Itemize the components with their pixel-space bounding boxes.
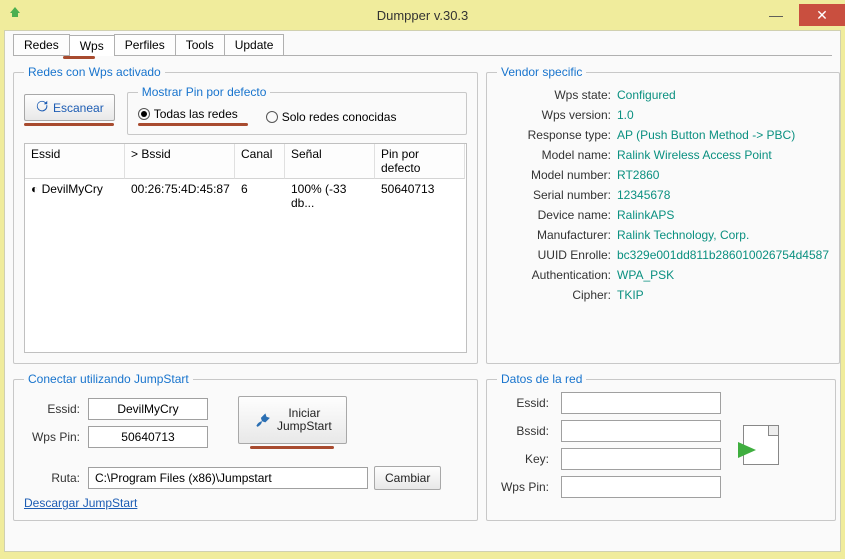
tab-perfiles[interactable]: Perfiles bbox=[114, 34, 176, 55]
col-essid[interactable]: Essid bbox=[25, 144, 125, 179]
col-senal[interactable]: Señal bbox=[285, 144, 375, 179]
vendor-row: Authentication:WPA_PSK bbox=[497, 265, 829, 285]
vendor-value: RalinkAPS bbox=[617, 208, 674, 222]
vendor-label: Device name: bbox=[497, 208, 617, 222]
radio-known-networks[interactable]: Solo redes conocidas bbox=[266, 107, 397, 126]
wps-networks-group: Redes con Wps activado Escanear Mostrar … bbox=[13, 65, 478, 364]
title-bar: Dumpper v.30.3 — ✕ bbox=[0, 0, 845, 30]
vendor-label: Wps version: bbox=[497, 108, 617, 122]
vendor-value: bc329e001dd811b286010026754d4587 bbox=[617, 248, 829, 262]
run-icon bbox=[253, 410, 271, 431]
refresh-icon bbox=[35, 99, 49, 116]
tab-tools[interactable]: Tools bbox=[175, 34, 225, 55]
vendor-legend: Vendor specific bbox=[497, 65, 586, 79]
cell-pin: 50640713 bbox=[375, 179, 465, 213]
vendor-label: Cipher: bbox=[497, 288, 617, 302]
nd-key-label: Key: bbox=[497, 452, 557, 466]
vendor-value: Ralink Wireless Access Point bbox=[617, 148, 772, 162]
vendor-label: UUID Enrolle: bbox=[497, 248, 617, 262]
start-jumpstart-button[interactable]: Iniciar JumpStart bbox=[238, 396, 347, 444]
scan-button-label: Escanear bbox=[53, 101, 104, 115]
tab-update[interactable]: Update bbox=[224, 34, 285, 55]
tab-wps[interactable]: Wps bbox=[69, 35, 115, 56]
nd-key-input[interactable] bbox=[561, 448, 721, 470]
cell-senal: 100% (-33 db... bbox=[285, 179, 375, 213]
cell-essid: ◐ DevilMyCry bbox=[25, 179, 125, 213]
col-pin[interactable]: Pin por defecto bbox=[375, 144, 465, 179]
radio-all-label: Todas las redes bbox=[154, 107, 238, 121]
minimize-button[interactable]: — bbox=[753, 4, 799, 26]
vendor-label: Model name: bbox=[497, 148, 617, 162]
vendor-value: 1.0 bbox=[617, 108, 634, 122]
netdata-legend: Datos de la red bbox=[497, 372, 586, 386]
pin-default-legend: Mostrar Pin por defecto bbox=[138, 85, 271, 99]
nd-wpspin-label: Wps Pin: bbox=[497, 480, 557, 494]
ruta-label: Ruta: bbox=[24, 471, 88, 485]
vendor-value: Configured bbox=[617, 88, 676, 102]
vendor-label: Model number: bbox=[497, 168, 617, 182]
window-title: Dumpper v.30.3 bbox=[377, 8, 469, 23]
annotation-underline bbox=[24, 123, 114, 126]
vendor-row: Cipher:TKIP bbox=[497, 285, 829, 305]
export-icon[interactable] bbox=[743, 425, 779, 465]
tab-redes[interactable]: Redes bbox=[13, 34, 70, 55]
vendor-row: Wps version:1.0 bbox=[497, 105, 829, 125]
radio-known-label: Solo redes conocidas bbox=[282, 110, 397, 124]
download-jumpstart-link[interactable]: Descargar JumpStart bbox=[24, 496, 137, 510]
annotation-underline bbox=[138, 123, 248, 126]
nd-essid-input[interactable] bbox=[561, 392, 721, 414]
ruta-input[interactable] bbox=[88, 467, 368, 489]
change-path-button[interactable]: Cambiar bbox=[374, 466, 441, 490]
cell-canal: 6 bbox=[235, 179, 285, 213]
vendor-row: Manufacturer:Ralink Technology, Corp. bbox=[497, 225, 829, 245]
scan-button[interactable]: Escanear bbox=[24, 94, 115, 121]
annotation-underline bbox=[63, 56, 95, 59]
vendor-group: Vendor specific Wps state:ConfiguredWps … bbox=[486, 65, 840, 364]
vendor-row: Wps state:Configured bbox=[497, 85, 829, 105]
app-icon bbox=[8, 7, 22, 24]
vendor-label: Authentication: bbox=[497, 268, 617, 282]
vendor-label: Wps state: bbox=[497, 88, 617, 102]
essid-label: Essid: bbox=[24, 402, 88, 416]
vendor-row: Model number:RT2860 bbox=[497, 165, 829, 185]
vendor-row: Serial number:12345678 bbox=[497, 185, 829, 205]
essid-input[interactable] bbox=[88, 398, 208, 420]
vendor-row: UUID Enrolle:bc329e001dd811b286010026754… bbox=[497, 245, 829, 265]
vendor-row: Response type:AP (Push Button Method -> … bbox=[497, 125, 829, 145]
vendor-label: Response type: bbox=[497, 128, 617, 142]
wpspin-label: Wps Pin: bbox=[24, 430, 88, 444]
wps-networks-legend: Redes con Wps activado bbox=[24, 65, 165, 79]
vendor-value: TKIP bbox=[617, 288, 644, 302]
tab-bar: Redes Wps Perfiles Tools Update bbox=[13, 34, 832, 56]
nd-wpspin-input[interactable] bbox=[561, 476, 721, 498]
wpspin-input[interactable] bbox=[88, 426, 208, 448]
start-label-2: JumpStart bbox=[277, 420, 332, 433]
vendor-label: Manufacturer: bbox=[497, 228, 617, 242]
table-row[interactable]: ◐ DevilMyCry 00:26:75:4D:45:87 6 100% (-… bbox=[25, 179, 466, 213]
nd-essid-label: Essid: bbox=[497, 396, 557, 410]
netdata-group: Datos de la red Essid: Bssid: Key: Wps P… bbox=[486, 372, 836, 521]
col-canal[interactable]: Canal bbox=[235, 144, 285, 179]
vendor-value: AP (Push Button Method -> PBC) bbox=[617, 128, 795, 142]
col-bssid[interactable]: > Bssid bbox=[125, 144, 235, 179]
vendor-row: Device name:RalinkAPS bbox=[497, 205, 829, 225]
vendor-value: 12345678 bbox=[617, 188, 670, 202]
networks-table[interactable]: Essid > Bssid Canal Señal Pin por defect… bbox=[24, 143, 467, 353]
nd-bssid-input[interactable] bbox=[561, 420, 721, 442]
annotation-underline bbox=[250, 446, 334, 449]
vendor-label: Serial number: bbox=[497, 188, 617, 202]
connect-legend: Conectar utilizando JumpStart bbox=[24, 372, 193, 386]
cell-bssid: 00:26:75:4D:45:87 bbox=[125, 179, 235, 213]
radio-all-networks[interactable]: Todas las redes bbox=[138, 107, 248, 121]
table-header: Essid > Bssid Canal Señal Pin por defect… bbox=[25, 144, 466, 179]
close-button[interactable]: ✕ bbox=[799, 4, 845, 26]
vendor-row: Model name:Ralink Wireless Access Point bbox=[497, 145, 829, 165]
connect-group: Conectar utilizando JumpStart Essid: Wps… bbox=[13, 372, 478, 521]
nd-bssid-label: Bssid: bbox=[497, 424, 557, 438]
vendor-value: Ralink Technology, Corp. bbox=[617, 228, 749, 242]
lock-icon: ◐ bbox=[31, 182, 38, 196]
vendor-value: WPA_PSK bbox=[617, 268, 674, 282]
vendor-value: RT2860 bbox=[617, 168, 659, 182]
